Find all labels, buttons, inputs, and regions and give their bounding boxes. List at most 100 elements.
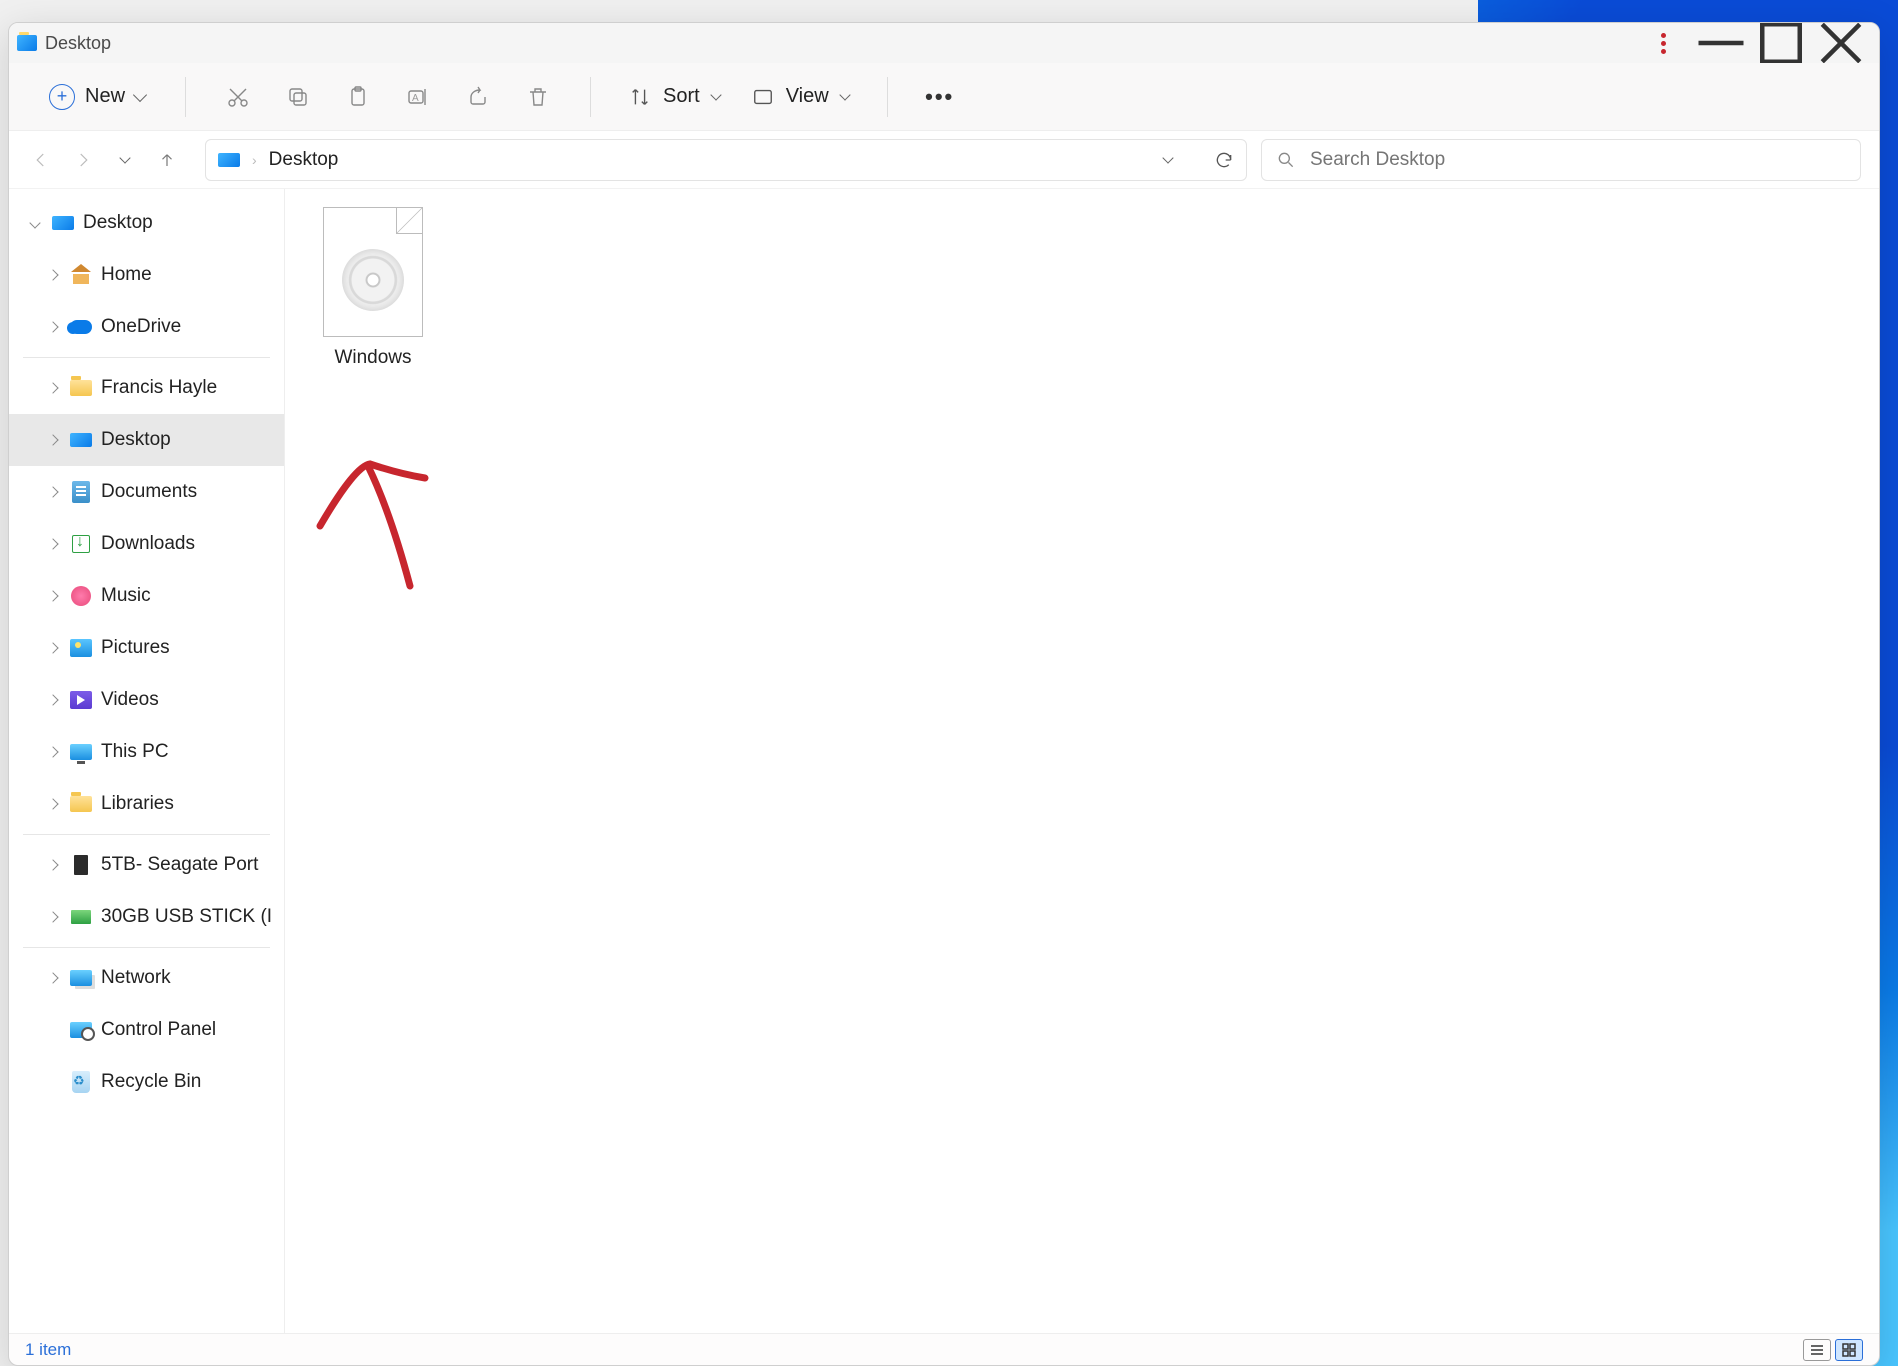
expand-toggle-icon[interactable] [45,796,61,812]
tree-label: Recycle Bin [101,1071,201,1093]
tree-item-desktop[interactable]: Desktop [9,414,284,466]
expand-toggle-icon[interactable] [45,432,61,448]
cut-button[interactable] [214,73,262,121]
tree-label: Francis Hayle [101,377,217,399]
desktop-icon [70,433,92,447]
expand-toggle-icon[interactable] [45,744,61,760]
expand-toggle-icon[interactable] [27,215,43,231]
tree-divider [23,357,270,358]
file-name-label: Windows [334,347,411,369]
tree-item-pictures[interactable]: Pictures [9,622,284,674]
tree-label: Documents [101,481,197,503]
breadcrumb-current[interactable]: Desktop [269,149,339,171]
tree-item-music[interactable]: Music [9,570,284,622]
tree-divider [23,947,270,948]
network-icon [70,970,92,986]
tree-item-onedrive[interactable]: OneDrive [9,301,284,353]
libraries-icon [70,796,92,812]
clipboard-icon [346,85,370,109]
share-icon [466,85,490,109]
tree-item-this-pc[interactable]: This PC [9,726,284,778]
disc-image-file-icon [323,207,423,337]
close-button[interactable] [1811,23,1871,63]
address-bar[interactable]: › Desktop [205,139,1247,181]
titlebar[interactable]: Desktop [9,23,1879,63]
tree-item-videos[interactable]: Videos [9,674,284,726]
downloads-icon [72,535,90,553]
sort-button[interactable]: Sort [619,85,730,108]
share-button[interactable] [454,73,502,121]
more-button[interactable]: ••• [916,73,964,121]
recent-locations-button[interactable] [111,157,139,162]
tree-item-usb-drive[interactable]: 30GB USB STICK (I [9,891,284,943]
breadcrumb-separator-icon: › [252,152,257,168]
expand-toggle-icon[interactable] [45,380,61,396]
recycle-bin-icon [72,1071,90,1093]
tree-label: Music [101,585,151,607]
expand-toggle-icon[interactable] [45,692,61,708]
expand-toggle-icon[interactable] [45,970,61,986]
sort-label: Sort [663,85,700,108]
search-bar[interactable] [1261,139,1861,181]
videos-icon [70,691,92,709]
details-view-toggle[interactable] [1803,1339,1831,1361]
navigation-tree: Desktop Home OneDrive Francis Hayle [9,189,285,1333]
expand-toggle-icon[interactable] [45,484,61,500]
maximize-button[interactable] [1751,23,1811,63]
tree-item-control-panel[interactable]: Control Panel [9,1004,284,1056]
new-button[interactable]: + New [37,78,157,116]
tree-item-documents[interactable]: Documents [9,466,284,518]
search-icon [1276,150,1296,170]
tree-item-desktop-root[interactable]: Desktop [9,197,284,249]
icons-view-toggle[interactable] [1835,1339,1863,1361]
tree-item-libraries[interactable]: Libraries [9,778,284,830]
delete-button[interactable] [514,73,562,121]
content-pane[interactable]: Windows [285,189,1879,1333]
expand-toggle-icon[interactable] [45,640,61,656]
documents-icon [72,481,90,503]
paste-button[interactable] [334,73,382,121]
tree-item-home[interactable]: Home [9,249,284,301]
rename-button[interactable]: A [394,73,442,121]
tree-item-external-drive[interactable]: 5TB- Seagate Port [9,839,284,891]
forward-button[interactable] [69,151,97,169]
window-title: Desktop [45,33,111,54]
expand-toggle-icon[interactable] [45,536,61,552]
tree-label: This PC [101,741,169,763]
chevron-down-icon[interactable] [1162,152,1173,163]
tree-item-network[interactable]: Network [9,952,284,1004]
status-bar: 1 item [9,1333,1879,1365]
tree-label: Libraries [101,793,174,815]
tree-item-user-folder[interactable]: Francis Hayle [9,362,284,414]
up-button[interactable] [153,151,181,169]
ellipsis-icon: ••• [925,84,954,110]
chevron-down-icon [839,89,850,100]
expand-toggle-icon[interactable] [45,319,61,335]
tree-label: 30GB USB STICK (I [101,906,272,928]
expand-toggle-icon[interactable] [45,588,61,604]
refresh-icon[interactable] [1214,150,1234,170]
plus-circle-icon: + [49,84,75,110]
view-button[interactable]: View [742,85,859,108]
copy-button[interactable] [274,73,322,121]
chevron-down-icon [119,152,130,163]
minimize-button[interactable] [1691,23,1751,63]
chevron-down-icon [133,87,147,101]
tree-item-recycle-bin[interactable]: Recycle Bin [9,1056,284,1108]
back-button[interactable] [27,151,55,169]
expand-toggle-icon[interactable] [45,857,61,873]
tree-label: Downloads [101,533,195,555]
expand-toggle-icon[interactable] [45,267,61,283]
control-panel-icon [70,1022,92,1038]
svg-text:A: A [412,93,419,104]
toolbar-divider [185,77,186,117]
recording-indicator-icon[interactable] [1643,33,1683,54]
view-label: View [786,85,829,108]
tree-item-downloads[interactable]: Downloads [9,518,284,570]
search-input[interactable] [1310,149,1846,171]
music-icon [71,586,91,606]
expand-toggle-icon[interactable] [45,909,61,925]
view-icon [752,86,774,108]
file-item-iso[interactable]: Windows [313,207,433,369]
tree-divider [23,834,270,835]
